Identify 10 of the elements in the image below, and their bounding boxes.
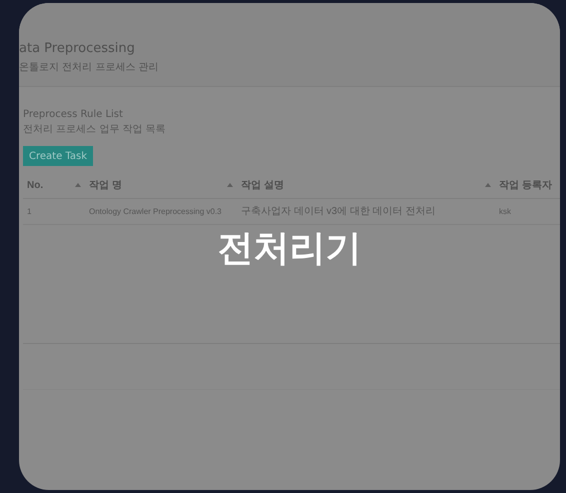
sort-icon[interactable]: [227, 183, 233, 187]
overlay-title: 전처리기: [218, 229, 362, 269]
page-title: ata Preprocessing: [19, 41, 136, 56]
column-header[interactable]: 작업 등록자: [495, 172, 560, 199]
sort-icon[interactable]: [485, 183, 491, 187]
column-header[interactable]: 작업 명: [85, 172, 237, 199]
sort-icon[interactable]: [75, 183, 81, 187]
create-task-button[interactable]: Create Task: [23, 146, 93, 166]
column-header[interactable]: No.: [23, 172, 85, 199]
column-header[interactable]: 작업 설명: [237, 172, 495, 199]
